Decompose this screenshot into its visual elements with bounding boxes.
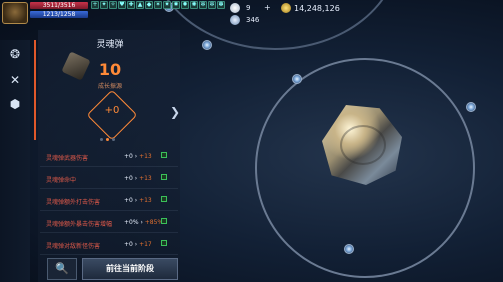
search-button[interactable]: 🔍 xyxy=(47,258,77,280)
stat-bonus: +13 xyxy=(139,153,152,160)
buff-icon[interactable]: ✚ xyxy=(127,1,135,9)
player-avatar[interactable] xyxy=(2,2,28,24)
orbit-node xyxy=(344,244,354,254)
stat-check-icon xyxy=(161,218,167,224)
star-cluster-icon[interactable]: ❂ xyxy=(7,46,23,62)
gem-icon xyxy=(230,15,240,25)
plus-icon[interactable]: + xyxy=(264,3,271,12)
go-current-stage-button[interactable]: 前往当前阶段 xyxy=(82,258,178,280)
stat-label: 灵魂弹武器伤害 xyxy=(46,155,89,162)
stat-value: +0% › +85% xyxy=(124,219,163,226)
stat-check-icon xyxy=(161,174,167,180)
crystal-icon[interactable]: ⬢ xyxy=(7,96,23,112)
crossed-swords-icon[interactable]: ✕ xyxy=(7,72,23,88)
chevron-right-icon[interactable]: ❯ xyxy=(170,105,180,119)
pearl-count: 9 xyxy=(246,4,251,12)
gold-coin-icon xyxy=(281,3,291,13)
stat-base: +0 xyxy=(124,197,135,204)
buff-icon[interactable]: ✹ xyxy=(181,1,189,9)
buff-icon[interactable]: ✺ xyxy=(190,1,198,9)
crystal-pattern xyxy=(340,125,386,165)
stat-value: +0 › +13 xyxy=(124,153,152,160)
buff-icon[interactable]: ✻ xyxy=(199,1,207,9)
stat-bonus: +17 xyxy=(139,241,152,248)
stat-bonus: +13 xyxy=(139,175,152,182)
stat-label: 灵魂弹对敌新怪伤害 xyxy=(46,243,101,250)
page-dot[interactable] xyxy=(112,138,115,141)
buff-icon[interactable]: ✽ xyxy=(217,1,225,9)
gold-count: 14,248,126 xyxy=(294,4,340,13)
page-indicator xyxy=(100,138,115,141)
buff-icon[interactable]: ✧ xyxy=(109,1,117,9)
stat-label: 灵魂弹额外暴击伤害增幅 xyxy=(46,221,113,228)
stat-base: +0 xyxy=(124,175,135,182)
stat-bonus: +13 xyxy=(139,197,152,204)
stat-label: 灵魂弹命中 xyxy=(46,177,77,184)
orbit-node xyxy=(202,40,212,50)
page-dot[interactable] xyxy=(106,138,109,141)
divider xyxy=(40,254,178,255)
buff-row: + ✦ ✧ ♥ ✚ ▲ ◆ ✶ ✷ ✸ ✹ ✺ ✻ ✼ ✽ xyxy=(91,1,225,9)
stat-row: 灵魂弹武器伤害 +0 › +13 xyxy=(40,145,178,167)
level-subtitle: 成长振源 xyxy=(97,83,122,90)
stat-base: +0% xyxy=(124,219,141,226)
stat-row: 灵魂弹额外打击伤害 +0 › +13 xyxy=(40,189,178,211)
buff-icon[interactable]: ◆ xyxy=(145,1,153,9)
buff-icon[interactable]: ✶ xyxy=(154,1,162,9)
stat-check-icon xyxy=(161,196,167,202)
stat-value: +0 › +13 xyxy=(124,175,152,182)
stat-value: +0 › +13 xyxy=(124,197,152,204)
mp-bar: 1213/1258 xyxy=(30,11,88,18)
stat-check-icon xyxy=(161,152,167,158)
stat-row: 灵魂弹命中 +0 › +13 xyxy=(40,167,178,189)
hp-bar: 3511/3516 xyxy=(30,2,88,9)
buff-icon[interactable]: ✸ xyxy=(172,1,180,9)
buff-icon[interactable]: ♥ xyxy=(118,1,126,9)
buff-icon[interactable]: + xyxy=(91,1,99,9)
core-value: +0 xyxy=(104,105,120,116)
stat-base: +0 xyxy=(124,241,135,248)
stat-value: +0 › +17 xyxy=(124,241,152,248)
stat-row: 灵魂弹额外暴击伤害增幅 +0% › +85% xyxy=(40,211,178,233)
level-number: 10 xyxy=(98,60,122,79)
orbit-node xyxy=(292,74,302,84)
page-dot[interactable] xyxy=(100,138,103,141)
buff-icon[interactable]: ✼ xyxy=(208,1,216,9)
buff-icon[interactable]: ▲ xyxy=(136,1,144,9)
buff-icon[interactable]: ✦ xyxy=(100,1,108,9)
buff-icon[interactable]: ✷ xyxy=(163,1,171,9)
stat-base: +0 xyxy=(124,153,135,160)
panel-title: 灵魂弹 xyxy=(96,40,124,50)
pearl-icon xyxy=(230,3,240,13)
orbit-node xyxy=(466,102,476,112)
sidebar-active-indicator xyxy=(34,40,36,140)
stat-row: 灵魂弹对敌新怪伤害 +0 › +17 xyxy=(40,233,178,255)
stat-check-icon xyxy=(161,240,167,246)
stat-label: 灵魂弹额外打击伤害 xyxy=(46,199,101,206)
gem-count: 346 xyxy=(246,16,260,24)
